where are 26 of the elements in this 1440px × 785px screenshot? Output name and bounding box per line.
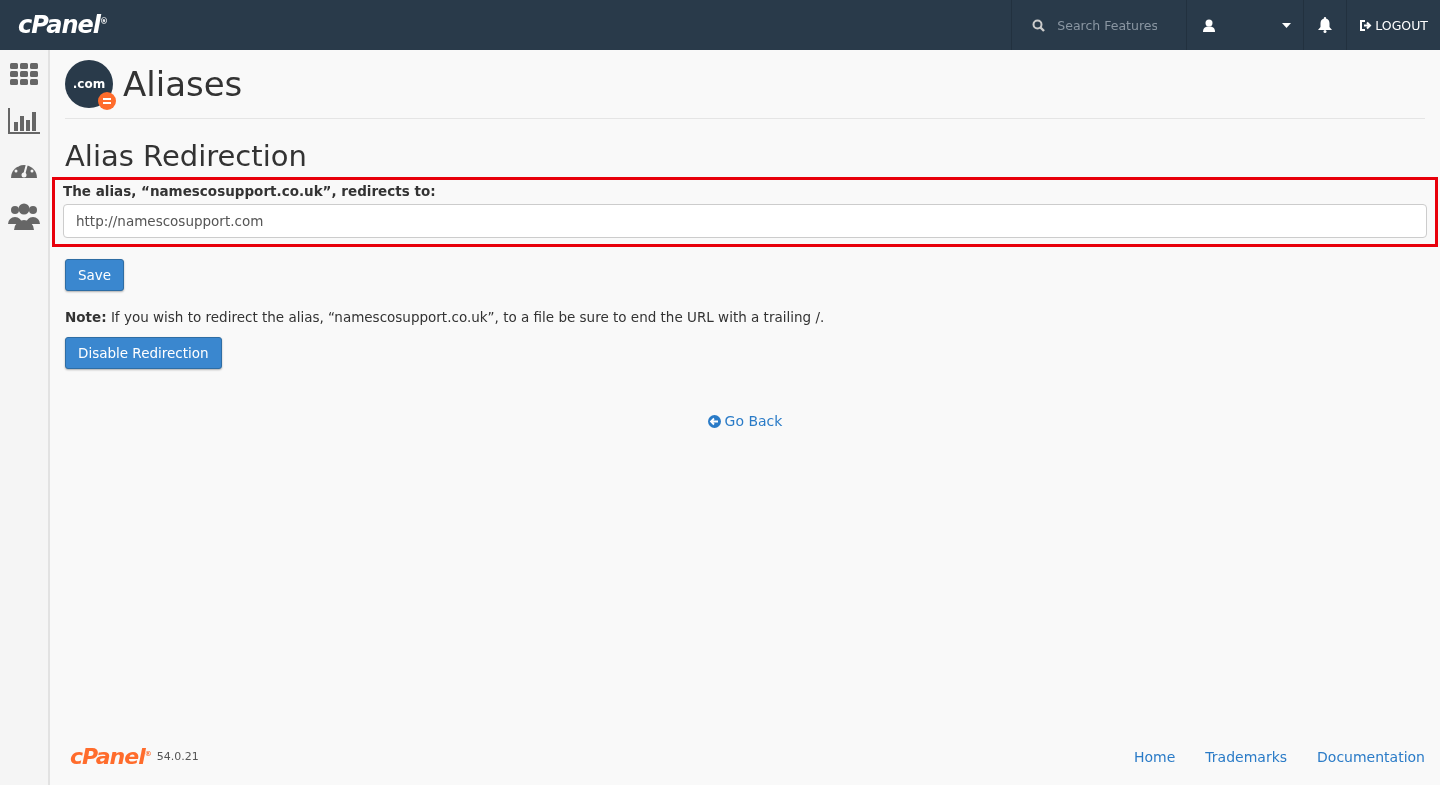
user-icon — [1203, 18, 1216, 32]
save-button[interactable]: Save — [65, 259, 125, 291]
cpanel-logo[interactable]: cPanel$^{®}$ — [18, 11, 108, 39]
logout-button[interactable]: LOGOUT — [1347, 17, 1440, 33]
logout-icon — [1359, 19, 1373, 31]
bar-chart-icon[interactable] — [8, 108, 40, 134]
search-icon — [1032, 18, 1046, 32]
bell-icon[interactable] — [1318, 17, 1333, 33]
cpanel-logo: cPanel$^{®}$ — [70, 744, 151, 769]
section-title: Alias Redirection — [65, 139, 308, 173]
grid-icon[interactable] — [9, 62, 39, 86]
caret-icon — [1282, 22, 1292, 28]
domain-icon: .com — [65, 60, 113, 108]
users-icon[interactable] — [8, 202, 40, 230]
footer-link[interactable]: Trademarks — [1205, 748, 1288, 765]
version-text: 54.0.21 — [156, 750, 199, 763]
go-back-link[interactable]: Go Back — [707, 413, 783, 429]
footer-link[interactable]: Home — [1134, 748, 1176, 765]
field-label: The alias, “namescosupport.co.uk”, redirects to: — [63, 183, 437, 199]
footer-link[interactable]: Documentation — [1317, 748, 1425, 765]
url-input-field[interactable]: http://namescosupport.com — [63, 204, 1427, 238]
disable-redirection-button[interactable]: Disable Redirection — [65, 337, 222, 369]
search-field[interactable]: Search Features — [1057, 17, 1158, 33]
page-title: Aliases — [123, 64, 243, 104]
note-text: Note: If you wish to redirect the alias, “namescosupport.co.uk”, to a file be sure to end the URL with a trailing /. — [65, 309, 826, 325]
back-arrow-icon — [707, 414, 721, 428]
